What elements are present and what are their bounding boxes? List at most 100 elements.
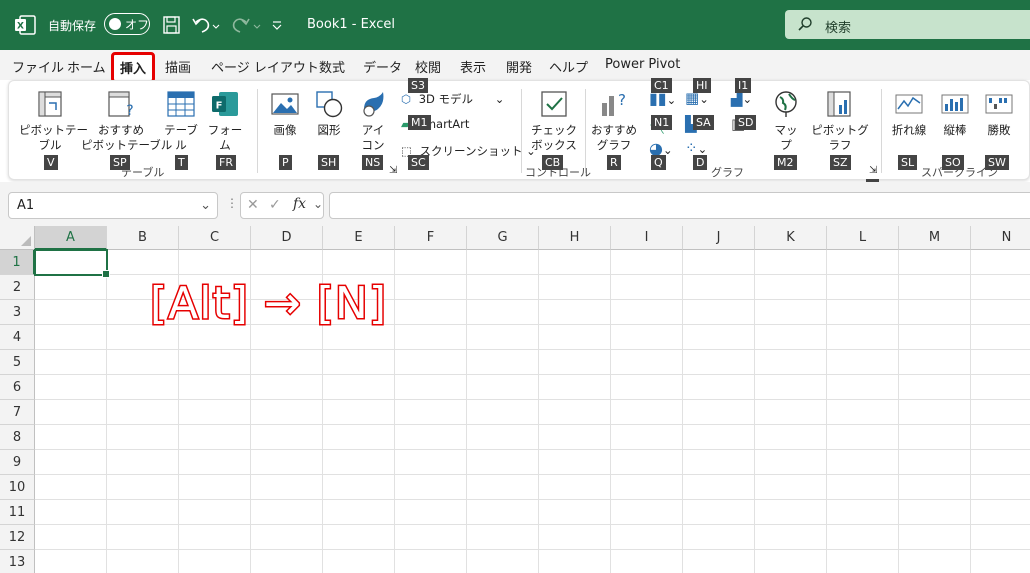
row-header-10[interactable]: 10: [0, 475, 35, 500]
save-icon[interactable]: [162, 14, 182, 36]
insert-function-icon[interactable]: fx: [293, 196, 306, 212]
cancel-icon[interactable]: ✕: [247, 197, 259, 213]
row-header-6[interactable]: 6: [0, 375, 35, 400]
column-header-g[interactable]: G: [467, 226, 539, 250]
active-cell-a1[interactable]: [34, 249, 110, 278]
formula-input[interactable]: [329, 192, 1030, 219]
column-header-i[interactable]: I: [611, 226, 683, 250]
tab-page-layout[interactable]: ページ レイアウト: [211, 57, 319, 76]
excel-logo-icon: X: [15, 15, 36, 35]
row-header-1[interactable]: 1: [0, 250, 35, 275]
sparkline-column-button[interactable]: 縦棒: [935, 89, 975, 138]
tab-draw[interactable]: 描画: [165, 57, 191, 76]
search-box[interactable]: 検索: [785, 10, 1030, 39]
sparkline-winloss-button[interactable]: 勝敗: [979, 89, 1019, 138]
shapes-button[interactable]: 図形: [309, 89, 349, 138]
tab-data[interactable]: データ: [363, 57, 402, 76]
tab-help[interactable]: ヘルプ: [549, 57, 588, 76]
undo-icon[interactable]: [190, 14, 220, 36]
keytip-SA: SA: [693, 115, 714, 130]
column-gridline: [826, 250, 827, 573]
row-header-4[interactable]: 4: [0, 325, 35, 350]
row-header-8[interactable]: 8: [0, 425, 35, 450]
tab-insert[interactable]: 挿入: [111, 52, 156, 83]
checkbox-label: チェック ボックス: [531, 123, 577, 152]
autosave-label: 自動保存: [48, 19, 97, 33]
recommended-charts-label: おすすめ グラフ: [591, 123, 637, 152]
keytip-HI: HI: [693, 78, 711, 93]
column-header-j[interactable]: J: [683, 226, 755, 250]
row-header-5[interactable]: 5: [0, 350, 35, 375]
column-header-d[interactable]: D: [251, 226, 323, 250]
model-3d-button[interactable]: ⬡ 3D モデル ⌄: [401, 91, 504, 107]
tab-formulas[interactable]: 数式: [319, 57, 345, 76]
column-header-n[interactable]: N: [971, 226, 1030, 250]
pivot-table-icon: [38, 91, 62, 117]
column-header-a[interactable]: A: [35, 226, 107, 250]
column-header-m[interactable]: M: [899, 226, 971, 250]
column-header-l[interactable]: L: [827, 226, 899, 250]
keytip-M2: M2: [774, 155, 797, 170]
checkbox-button[interactable]: チェック ボックス: [529, 89, 579, 153]
tab-file[interactable]: ファイル: [12, 57, 64, 76]
sparkline-line-button[interactable]: 折れ線: [887, 89, 931, 138]
dialog-launcher-icon[interactable]: ⇲: [869, 165, 877, 176]
group-separator: [257, 89, 258, 173]
autosave-toggle[interactable]: オフ: [104, 13, 150, 35]
row-header-3[interactable]: 3: [0, 300, 35, 325]
keytip-SZ: SZ: [830, 155, 851, 170]
row-header-9[interactable]: 9: [0, 450, 35, 475]
document-title: Book1 - Excel: [307, 17, 396, 32]
tab-home[interactable]: ホーム: [67, 57, 106, 76]
keytip-FR: FR: [216, 155, 236, 170]
table-button[interactable]: テーブル: [159, 89, 203, 153]
row-gridline: [35, 499, 1030, 500]
group-separator: [881, 89, 882, 173]
column-header-c[interactable]: C: [179, 226, 251, 250]
row-header-13[interactable]: 13: [0, 550, 35, 573]
row-header-11[interactable]: 11: [0, 500, 35, 525]
title-bar: X 自動保存 オフ Book1 - Excel 検索: [0, 0, 1030, 50]
keytip-SL: SL: [898, 155, 918, 170]
tab-power-pivot[interactable]: Power Pivot: [605, 57, 680, 72]
name-box[interactable]: A1 ⌄: [8, 192, 218, 219]
customize-quick-access-icon[interactable]: [270, 14, 284, 36]
column-gridline: [394, 250, 395, 573]
tab-developer[interactable]: 開発: [506, 57, 532, 76]
select-all-corner[interactable]: [0, 226, 35, 250]
sparkline-line-icon: [895, 94, 923, 114]
recommended-pivot-button[interactable]: ? おすすめ ピボットテーブル: [81, 89, 173, 153]
recommended-charts-button[interactable]: ? おすすめ グラフ: [589, 89, 639, 153]
enter-icon[interactable]: ✓: [269, 197, 281, 213]
forms-button[interactable]: F フォー ム: [205, 89, 245, 153]
redo-icon[interactable]: [228, 14, 262, 36]
formula-bar: A1 ⌄ ⋮ ✕ ✓ fx ⌄: [0, 182, 1030, 226]
images-button[interactable]: 画像: [267, 89, 303, 138]
row-header-2[interactable]: 2: [0, 275, 35, 300]
more-options-icon[interactable]: ⋮: [226, 196, 238, 210]
column-header-k[interactable]: K: [755, 226, 827, 250]
row-gridline: [35, 274, 1030, 275]
keytip-N1: N1: [651, 115, 673, 130]
row-gridline: [35, 449, 1030, 450]
column-header-h[interactable]: H: [539, 226, 611, 250]
pivot-table-button[interactable]: ピボットテー ブル: [19, 89, 88, 153]
row-header-7[interactable]: 7: [0, 400, 35, 425]
keytip-C1: C1: [651, 78, 672, 93]
maps-label: マップ: [774, 123, 798, 152]
chevron-down-icon: ⌄: [200, 198, 211, 213]
column-header-b[interactable]: B: [107, 226, 179, 250]
dialog-launcher-icon[interactable]: ⇲: [389, 165, 397, 176]
row-header-12[interactable]: 12: [0, 525, 35, 550]
icons-button[interactable]: アイ コン: [355, 89, 391, 153]
keytip-R: R: [607, 155, 621, 170]
tab-view[interactable]: 表示: [460, 57, 486, 76]
keytip-I1: I1: [735, 78, 752, 93]
column-header-e[interactable]: E: [323, 226, 395, 250]
tab-review[interactable]: 校閲: [415, 57, 441, 76]
recommended-pivot-label: おすすめ ピボットテーブル: [81, 123, 173, 152]
keytip-S3: S3: [408, 78, 428, 93]
globe-icon: [775, 91, 797, 117]
row-gridline: [35, 549, 1030, 550]
column-header-f[interactable]: F: [395, 226, 467, 250]
